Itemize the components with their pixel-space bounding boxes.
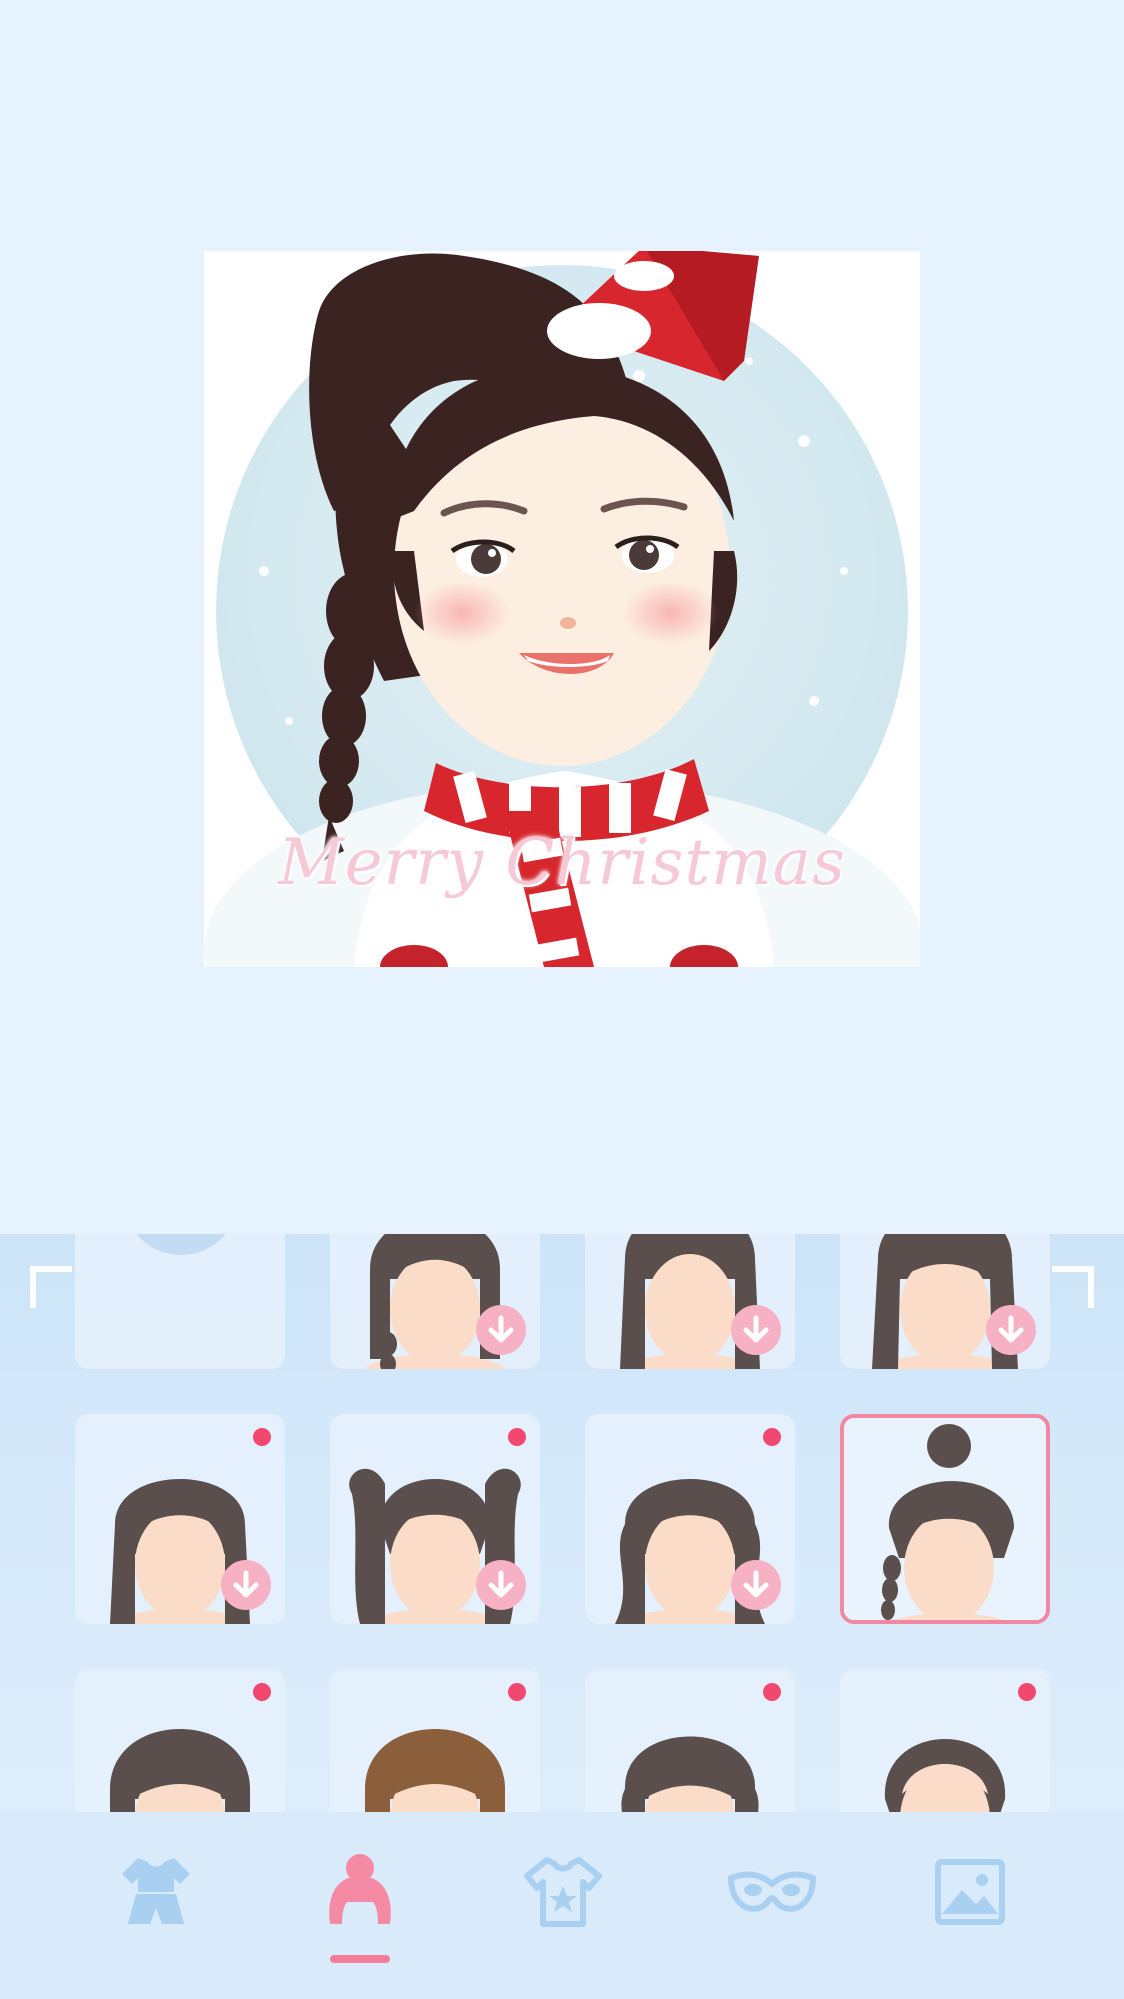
new-badge-dot: [763, 1683, 781, 1701]
hairstyle-option[interactable]: [330, 1234, 540, 1369]
download-icon[interactable]: [731, 1560, 781, 1610]
category-tab-bar: [0, 1812, 1124, 1999]
image-icon: [935, 1859, 1005, 1925]
hairstyle-option-none[interactable]: [75, 1234, 285, 1369]
mask-icon: [728, 1871, 816, 1912]
hairstyle-option[interactable]: [330, 1414, 540, 1624]
new-badge-dot: [253, 1683, 271, 1701]
shirt-star-icon: [524, 1857, 602, 1927]
tab-hair[interactable]: [300, 1812, 420, 1999]
hairstyle-option[interactable]: [75, 1669, 285, 1814]
hairstyle-option[interactable]: [585, 1669, 795, 1814]
hairstyle-option[interactable]: [840, 1414, 1050, 1624]
download-icon[interactable]: [731, 1305, 781, 1355]
hairstyle-option[interactable]: [585, 1414, 795, 1624]
scroll-bracket-left: [30, 1266, 72, 1308]
download-icon[interactable]: [476, 1560, 526, 1610]
hairstyle-thumbnail: [881, 1424, 1014, 1620]
hairstyle-option[interactable]: [585, 1234, 795, 1369]
download-icon[interactable]: [986, 1305, 1036, 1355]
new-badge-dot: [508, 1683, 526, 1701]
new-badge-dot: [508, 1428, 526, 1446]
download-icon[interactable]: [221, 1560, 271, 1610]
scroll-bracket-right: [1052, 1266, 1094, 1308]
avatar-preview: Merry Christmas: [204, 251, 920, 967]
outfit-icon: [122, 1858, 190, 1924]
new-badge-dot: [763, 1428, 781, 1446]
active-tab-underline: [330, 1955, 390, 1963]
download-icon[interactable]: [476, 1305, 526, 1355]
greeting-text: Merry Christmas: [278, 826, 846, 900]
new-badge-dot: [1018, 1683, 1036, 1701]
tab-top[interactable]: [503, 1812, 623, 1999]
new-badge-dot: [253, 1428, 271, 1446]
hair-icon: [329, 1854, 391, 1924]
hairstyle-picker[interactable]: [0, 1234, 1124, 1814]
tab-outfit[interactable]: [96, 1812, 216, 1999]
tab-accessory[interactable]: [707, 1812, 827, 1999]
hairstyle-option[interactable]: [840, 1234, 1050, 1369]
hairstyle-option[interactable]: [330, 1669, 540, 1814]
tab-background[interactable]: [910, 1812, 1030, 1999]
hairstyle-option[interactable]: [75, 1414, 285, 1624]
bun-silhouette-icon: [123, 1234, 239, 1255]
hairstyle-option[interactable]: [840, 1669, 1050, 1814]
